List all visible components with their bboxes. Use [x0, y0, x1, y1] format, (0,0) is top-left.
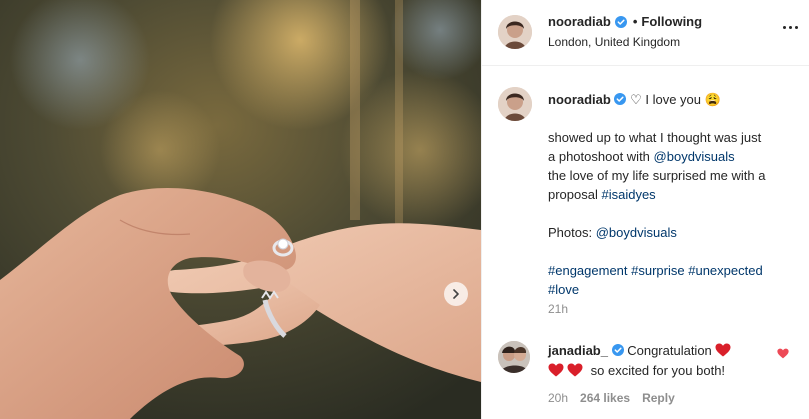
hashtag-link[interactable]: #love [548, 282, 579, 297]
more-options-icon[interactable] [783, 26, 798, 29]
hashtag-link[interactable]: #surprise [631, 263, 684, 278]
following-button[interactable]: Following [641, 14, 702, 29]
profile-photo [498, 15, 532, 49]
comment-likes[interactable]: 264 likes [580, 391, 630, 405]
caption-line: showed up to what I thought was just [548, 130, 762, 145]
avatar[interactable] [498, 15, 532, 49]
comment-like-button[interactable] [777, 347, 789, 362]
verified-badge-icon [614, 93, 627, 105]
caption-line: proposal [548, 187, 602, 202]
comment: janadiab_ Congratulation so excited for … [548, 341, 758, 381]
hashtag-link[interactable]: #engagement [548, 263, 628, 278]
hashtag-link[interactable]: #unexpected [688, 263, 762, 278]
hashtag-link[interactable]: #isaidyes [601, 187, 655, 202]
commenter-photo [498, 341, 530, 373]
heart-emoji-icon [548, 363, 564, 377]
comment-meta: 20h 264 likes Reply [548, 391, 675, 405]
verified-badge-icon [611, 344, 624, 356]
header-user-line: nooradiab • Following [548, 14, 702, 29]
carousel-next-button[interactable] [444, 282, 468, 306]
photos-credit-label: Photos: [548, 225, 596, 240]
separator-dot: • [632, 14, 638, 29]
mention-link[interactable]: @boydvisuals [654, 149, 735, 164]
engagement-ring-photo [0, 0, 481, 419]
profile-photo [498, 87, 532, 121]
avatar[interactable] [498, 87, 532, 121]
comment-text: Congratulation [627, 343, 712, 358]
comment-text: so excited for you both! [590, 363, 726, 378]
heart-emoji-icon [567, 363, 583, 377]
location-link[interactable]: London, United Kingdom [548, 35, 680, 49]
mention-link[interactable]: @boydvisuals [596, 225, 677, 240]
caption-line: the love of my life surprised me with a [548, 168, 766, 183]
reply-button[interactable]: Reply [642, 391, 675, 405]
comment-timestamp[interactable]: 20h [548, 391, 568, 405]
caption-line: a photoshoot with [548, 149, 654, 164]
caption-username[interactable]: nooradiab [548, 92, 611, 107]
verified-badge-icon [614, 15, 627, 28]
post-photo[interactable] [0, 0, 481, 419]
comment-username[interactable]: janadiab_ [548, 343, 608, 358]
caption-timestamp[interactable]: 21h [548, 302, 568, 316]
post-caption: nooradiab ♡ I love you 😩 showed up to wh… [548, 90, 798, 299]
heart-emoji-icon [715, 343, 731, 357]
header-username[interactable]: nooradiab [548, 14, 611, 29]
post-header: nooradiab • Following London, United Kin… [482, 0, 809, 66]
post-side-panel: nooradiab • Following London, United Kin… [481, 0, 809, 419]
avatar[interactable] [498, 341, 530, 373]
chevron-right-icon [453, 289, 459, 299]
caption-first-line: ♡ I love you 😩 [630, 92, 721, 107]
heart-icon [777, 348, 789, 359]
